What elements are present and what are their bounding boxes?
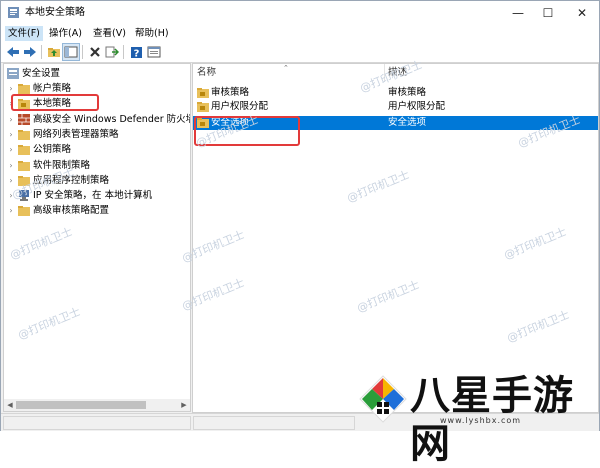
- show-tree-icon[interactable]: [62, 43, 80, 61]
- tree-item[interactable]: › 公钥策略: [4, 143, 190, 157]
- tree-label: 高级安全 Windows Defender 防火墙: [33, 113, 191, 125]
- row-name: 用户权限分配: [211, 101, 269, 112]
- row-description: 审核策略: [388, 87, 427, 98]
- ip-security-icon: [19, 190, 29, 202]
- scroll-right-arrow-icon[interactable]: ▶: [178, 399, 190, 411]
- folder-icon: [18, 175, 30, 186]
- annotation-highlight-box: [11, 94, 99, 111]
- console-view-icon[interactable]: [146, 44, 162, 60]
- toolbar-separator: [41, 45, 42, 59]
- tree-label: 软件限制策略: [33, 159, 91, 171]
- status-segment: [3, 416, 191, 430]
- status-segment: [193, 416, 355, 430]
- folder-icon: [18, 129, 30, 140]
- forward-arrow-icon[interactable]: [22, 44, 38, 60]
- tree-label: 安全设置: [22, 68, 61, 79]
- menu-file[interactable]: 文件(F): [5, 26, 43, 41]
- tree-label: 应用程序控制策略: [33, 174, 110, 186]
- folder-icon: [18, 84, 30, 94]
- row-name: 审核策略: [211, 87, 250, 98]
- delete-icon[interactable]: [87, 44, 103, 60]
- navigation-tree-pane[interactable]: 安全设置 › 帐户策略 › 本地策略 › 高级安全 Windows Defender 防火…: [3, 63, 191, 400]
- column-header-name[interactable]: 名称: [197, 64, 216, 82]
- horizontal-scrollbar[interactable]: ◀ ▶: [3, 399, 191, 412]
- folder-lock-icon: [197, 88, 209, 98]
- close-button[interactable]: ✕: [567, 1, 597, 25]
- folder-icon: [18, 206, 30, 217]
- expand-chevron-icon[interactable]: ›: [7, 143, 15, 157]
- toolbar: ?: [1, 42, 599, 63]
- brand-url: www.lyshbx.com: [440, 416, 522, 425]
- list-row[interactable]: 审核策略 审核策略: [193, 86, 598, 100]
- security-policy-app-icon: [8, 7, 19, 18]
- list-row[interactable]: 用户权限分配 用户权限分配: [193, 100, 598, 114]
- maximize-button[interactable]: ☐: [533, 1, 563, 25]
- menu-view[interactable]: 查看(V): [90, 26, 129, 41]
- row-description: 用户权限分配: [388, 101, 446, 112]
- tree-item[interactable]: › 应用程序控制策略: [4, 174, 190, 188]
- tree-label: 网络列表管理器策略: [33, 128, 119, 140]
- expand-chevron-icon[interactable]: ›: [7, 159, 15, 173]
- scroll-left-arrow-icon[interactable]: ◀: [4, 399, 16, 411]
- folder-icon: [18, 160, 30, 171]
- brand-logo-icon: [359, 375, 407, 423]
- sort-ascending-icon: ⌃: [283, 64, 289, 72]
- tree-label: IP 安全策略，在 本地计算机: [33, 190, 153, 202]
- folder-icon: [18, 145, 30, 156]
- local-security-policy-window: 本地安全策略 — ☐ ✕ 文件(F) 操作(A) 查看(V) 帮助(H) ? 安…: [0, 0, 600, 431]
- menu-action[interactable]: 操作(A): [46, 26, 85, 41]
- site-brand-logo: 八星手游网 www.lyshbx.com: [358, 372, 596, 467]
- expand-chevron-icon[interactable]: ›: [7, 128, 15, 142]
- menu-help[interactable]: 帮助(H): [132, 26, 172, 41]
- tree-item[interactable]: › 网络列表管理器策略: [4, 128, 190, 142]
- tree-item[interactable]: › 高级审核策略配置: [4, 204, 190, 218]
- menu-bar: 文件(F) 操作(A) 查看(V) 帮助(H): [1, 25, 599, 42]
- tree-item[interactable]: › 软件限制策略: [4, 159, 190, 173]
- expand-chevron-icon[interactable]: ›: [7, 204, 15, 218]
- help-icon[interactable]: ?: [128, 44, 144, 60]
- expand-chevron-icon[interactable]: ›: [7, 113, 15, 127]
- column-separator[interactable]: [384, 64, 385, 82]
- up-folder-icon[interactable]: [46, 44, 62, 60]
- tree-label: 公钥策略: [33, 144, 72, 156]
- tree-item[interactable]: › 高级安全 Windows Defender 防火墙: [4, 113, 190, 127]
- firewall-icon: [18, 113, 30, 125]
- toolbar-separator: [123, 45, 124, 59]
- row-description: 安全选项: [388, 117, 427, 128]
- scrollbar-thumb[interactable]: [16, 401, 146, 409]
- window-title: 本地安全策略: [25, 7, 85, 18]
- expand-chevron-icon[interactable]: ›: [7, 174, 15, 188]
- tree-item[interactable]: › IP 安全策略，在 本地计算机: [4, 189, 190, 203]
- svg-text:?: ?: [133, 48, 139, 59]
- export-list-icon[interactable]: [104, 44, 120, 60]
- column-header-description[interactable]: 描述: [388, 64, 407, 82]
- expand-chevron-icon[interactable]: ›: [7, 189, 15, 203]
- minimize-button[interactable]: —: [503, 1, 533, 25]
- back-arrow-icon[interactable]: [5, 44, 21, 60]
- tree-root-security-settings[interactable]: 安全设置: [4, 67, 190, 81]
- toolbar-separator: [82, 45, 83, 59]
- folder-lock-icon: [197, 102, 209, 112]
- annotation-highlight-box: [194, 116, 300, 146]
- tree-label: 高级审核策略配置: [33, 205, 110, 217]
- security-settings-icon: [7, 68, 19, 79]
- title-bar[interactable]: 本地安全策略 — ☐ ✕: [1, 1, 599, 25]
